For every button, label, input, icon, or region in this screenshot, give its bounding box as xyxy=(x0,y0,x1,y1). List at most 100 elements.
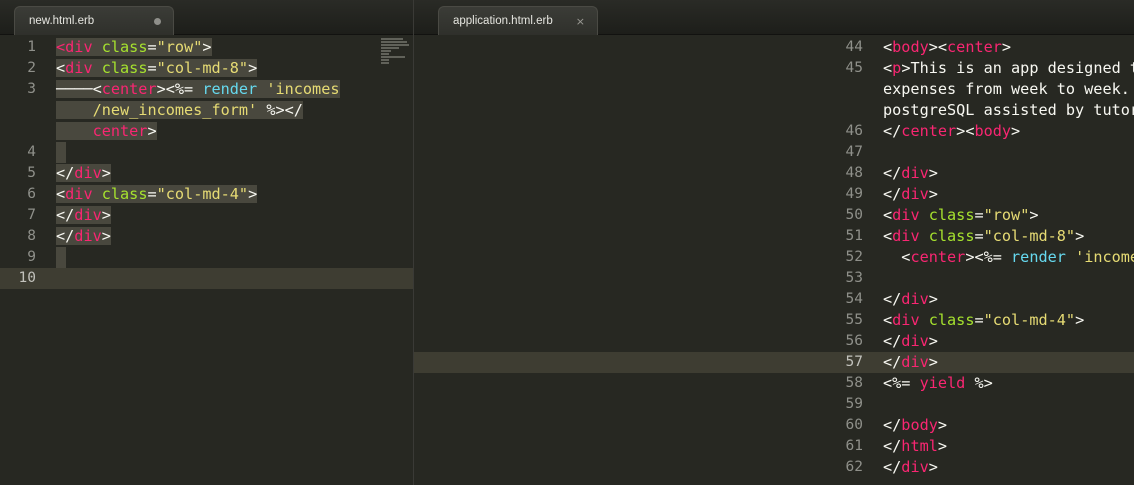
code-line[interactable]: 10 xyxy=(0,268,413,289)
code-line[interactable]: 48 </div> xyxy=(414,163,1134,184)
code-token: < xyxy=(883,206,893,224)
code-token: "col-md-8" xyxy=(983,227,1076,245)
code-text[interactable]: <p>This is an app designed to assist ind… xyxy=(863,58,1134,79)
code-text[interactable]: </html> xyxy=(863,436,947,457)
code-line[interactable]: 56 </div> xyxy=(414,331,1134,352)
code-text[interactable]: center> xyxy=(36,121,157,142)
code-line[interactable]: 9 xyxy=(0,247,413,268)
code-text[interactable]: <div class="row"> xyxy=(863,205,1039,226)
right-editor-pane[interactable]: application.html.erb × 44 <body><center> 4… xyxy=(414,0,1134,485)
code-line[interactable]: 51 <div class="col-md-8"> xyxy=(414,226,1134,247)
code-line[interactable]: 8 </div> xyxy=(0,226,413,247)
left-code-area[interactable]: 1 <div class="row"> 2 <div class="col-md-8"… xyxy=(0,37,413,289)
code-line[interactable]: expenses from week to week. It will be b… xyxy=(414,79,1134,100)
code-text[interactable]: <body><center> xyxy=(863,37,1011,58)
code-text[interactable] xyxy=(36,142,66,163)
code-line[interactable]: 55 <div class="col-md-4"> xyxy=(414,310,1134,331)
code-text[interactable]: </div> xyxy=(863,184,938,205)
code-token: </ xyxy=(883,122,902,140)
code-line[interactable]: 58 <%= yield %> xyxy=(414,373,1134,394)
code-line[interactable]: 60 </body> xyxy=(414,415,1134,436)
code-line[interactable]: 3 ────<center><%= render 'incomes xyxy=(0,79,413,100)
code-token: > xyxy=(101,206,111,224)
code-line[interactable]: center> xyxy=(0,121,413,142)
code-text[interactable] xyxy=(36,247,66,268)
code-line[interactable]: 4 xyxy=(0,142,413,163)
code-text[interactable] xyxy=(863,142,883,163)
code-token: > xyxy=(928,353,938,371)
code-line[interactable]: 49 </div> xyxy=(414,184,1134,205)
tab-new-html-erb[interactable]: new.html.erb xyxy=(14,6,174,35)
code-line[interactable]: postgreSQL assisted by tutorials demonst… xyxy=(414,100,1134,121)
code-text[interactable]: <div class="col-md-8"> xyxy=(863,226,1084,247)
code-text[interactable]: </div> xyxy=(863,457,938,478)
code-token: </ xyxy=(56,206,75,224)
right-code-area[interactable]: 44 <body><center> 45 <p>This is an app desi… xyxy=(414,37,1134,478)
code-line[interactable]: 7 </div> xyxy=(0,205,413,226)
code-text[interactable]: </div> xyxy=(36,205,111,226)
tab-application-html-erb[interactable]: application.html.erb × xyxy=(438,6,598,35)
code-line[interactable]: 53 xyxy=(414,268,1134,289)
code-token: div xyxy=(901,290,929,308)
code-token: div xyxy=(901,353,929,371)
code-token: > xyxy=(928,164,938,182)
code-line[interactable]: 47 xyxy=(414,142,1134,163)
code-token: center xyxy=(92,122,148,140)
code-text[interactable]: </center><body> xyxy=(863,121,1020,142)
code-token: div xyxy=(901,332,929,350)
code-line[interactable]: 52 <center><%= render 'incomes/new_incom… xyxy=(414,247,1134,268)
code-text[interactable]: </div> xyxy=(36,163,111,184)
code-text[interactable]: <div class="col-md-4"> xyxy=(863,310,1084,331)
code-line[interactable]: 46 </center><body> xyxy=(414,121,1134,142)
code-text[interactable]: <%= yield %> xyxy=(863,373,993,394)
code-text[interactable]: expenses from week to week. It will be b… xyxy=(863,79,1134,100)
code-line[interactable]: 54 </div> xyxy=(414,289,1134,310)
code-text[interactable]: /new_incomes_form' %></ xyxy=(36,100,303,121)
unsaved-dot-icon[interactable] xyxy=(154,17,161,25)
code-line[interactable]: 6 <div class="col-md-4"> xyxy=(0,184,413,205)
code-line[interactable]: 57 </div> xyxy=(414,352,1134,373)
code-text[interactable]: </div> xyxy=(863,289,938,310)
code-token: div xyxy=(65,185,93,203)
code-text[interactable]: <div class="col-md-8"> xyxy=(36,58,258,79)
code-text[interactable]: <center><%= render 'incomes/new_incomes_… xyxy=(863,247,1134,268)
code-text[interactable] xyxy=(863,268,883,289)
code-line[interactable]: 61 </html> xyxy=(414,436,1134,457)
left-editor-pane[interactable]: new.html.erb 1 <div class="row"> 2 <div cla… xyxy=(0,0,413,485)
line-number: 53 xyxy=(845,270,863,286)
code-token: > xyxy=(101,227,111,245)
code-token: %></ xyxy=(257,101,303,119)
code-line[interactable]: 59 xyxy=(414,394,1134,415)
code-text[interactable]: <div class="row"> xyxy=(36,37,212,58)
code-text[interactable] xyxy=(36,268,56,289)
code-line[interactable]: 50 <div class="row"> xyxy=(414,205,1134,226)
line-number: 10 xyxy=(18,270,36,286)
code-text[interactable]: ────<center><%= render 'incomes xyxy=(36,79,340,100)
line-number: 9 xyxy=(27,249,36,265)
code-text[interactable]: postgreSQL assisted by tutorials demonst… xyxy=(863,100,1134,121)
code-token: > xyxy=(248,185,258,203)
code-token: p xyxy=(892,59,902,77)
code-line[interactable]: 2 <div class="col-md-8"> xyxy=(0,58,413,79)
code-line[interactable]: 62 </div> xyxy=(414,457,1134,478)
code-text[interactable]: </div> xyxy=(863,331,938,352)
code-token: body xyxy=(901,416,938,434)
code-text[interactable]: </div> xyxy=(863,352,938,373)
code-token: html xyxy=(901,437,938,455)
code-text[interactable]: </body> xyxy=(863,415,947,436)
line-number: 51 xyxy=(845,228,863,244)
code-token: div xyxy=(901,458,929,476)
code-line[interactable]: 1 <div class="row"> xyxy=(0,37,413,58)
code-text[interactable]: <div class="col-md-4"> xyxy=(36,184,258,205)
code-token: = xyxy=(147,38,157,56)
code-text[interactable] xyxy=(863,394,883,415)
code-token xyxy=(92,59,102,77)
code-line[interactable]: 44 <body><center> xyxy=(414,37,1134,58)
code-line[interactable]: /new_incomes_form' %></ xyxy=(0,100,413,121)
code-text[interactable]: </div> xyxy=(36,226,111,247)
code-text[interactable]: </div> xyxy=(863,163,938,184)
code-line[interactable]: 5 </div> xyxy=(0,163,413,184)
close-tab-icon[interactable]: × xyxy=(576,16,585,27)
code-line[interactable]: 45<p>This is an app designed to assist i… xyxy=(414,58,1134,79)
